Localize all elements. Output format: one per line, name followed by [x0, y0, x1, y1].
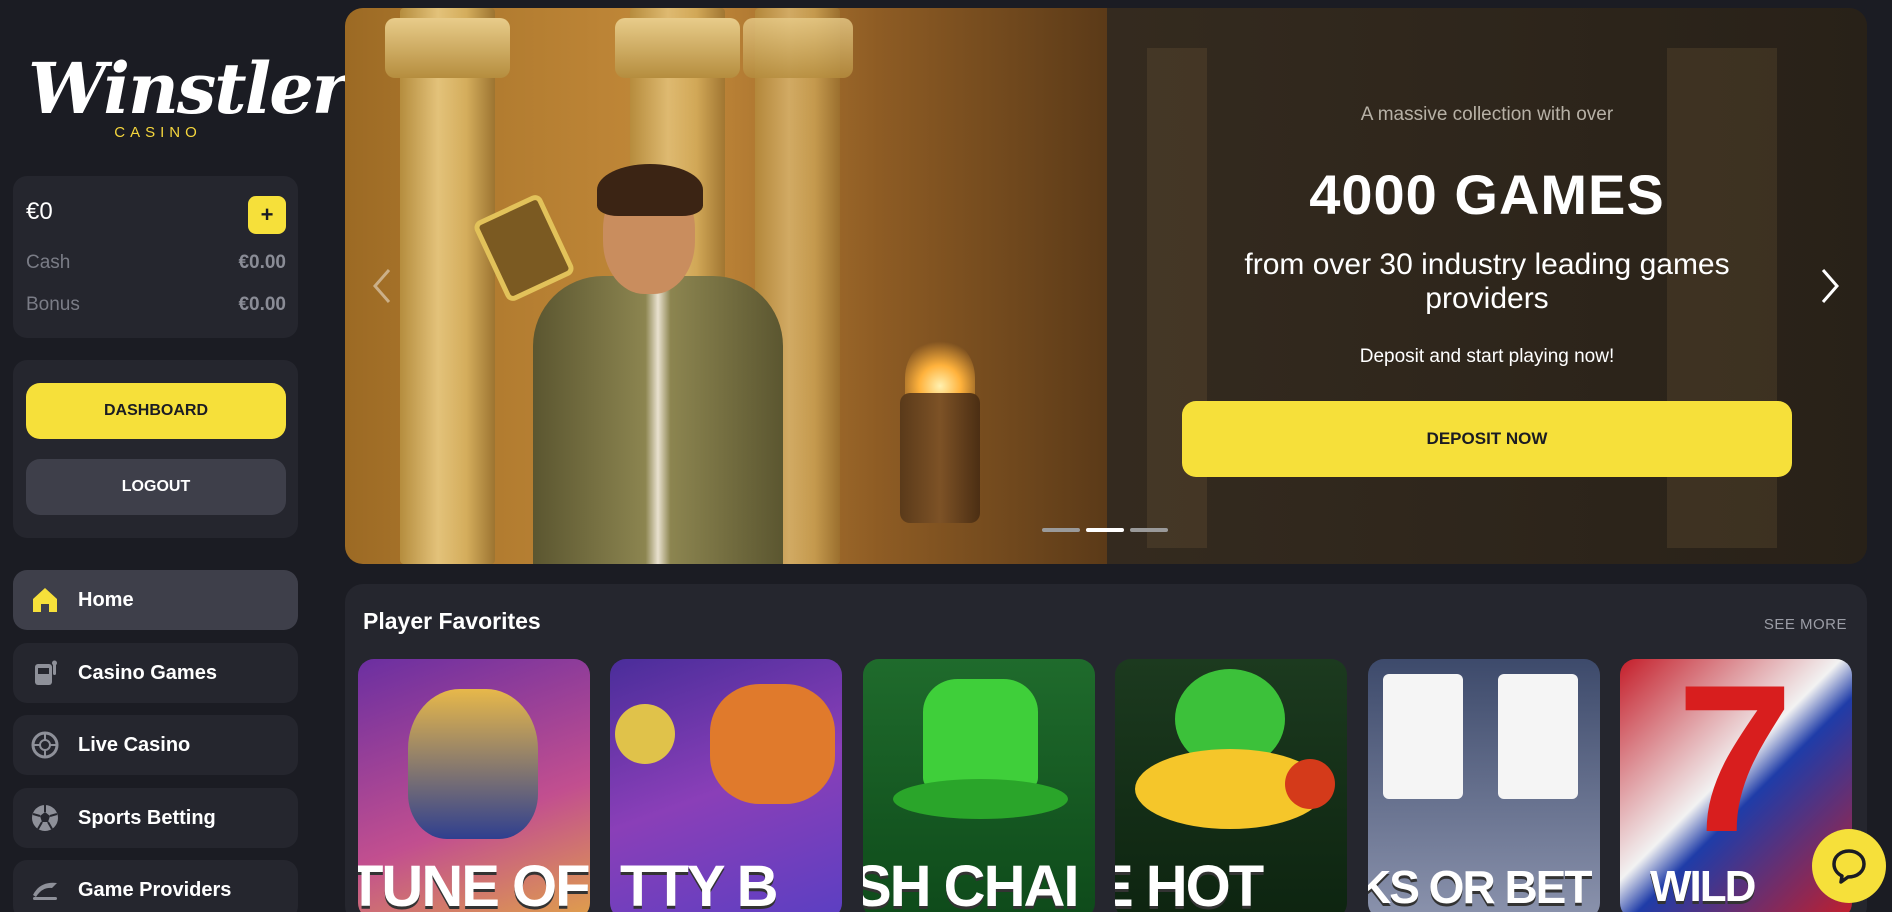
nav-item-casino-games[interactable]: Casino Games: [13, 643, 298, 703]
hero-cta-text: Deposit and start playing now!: [1359, 346, 1615, 367]
nav-label-home: Home: [78, 589, 134, 611]
slot-machine-icon: [35, 660, 57, 685]
game-title: SH CHAI: [863, 854, 1079, 912]
game-art: [710, 684, 835, 804]
hero-eyebrow: A massive collection with over: [1360, 104, 1614, 125]
hero-subtitle: from over 30 industry leading games prov…: [1244, 248, 1730, 315]
dashboard-button[interactable]: DASHBOARD: [26, 383, 286, 439]
nav-label-sports-betting: Sports Betting: [78, 807, 216, 829]
wallet-cash-row: Cash €0.00: [26, 252, 286, 276]
chat-bubble-icon: [1832, 849, 1866, 884]
game-art: [408, 689, 538, 839]
hero-urn: [900, 393, 980, 523]
nav-item-game-providers[interactable]: Game Providers: [13, 860, 298, 912]
soccer-ball-icon: [32, 805, 58, 831]
carousel-next-icon[interactable]: [1815, 266, 1845, 306]
game-tile[interactable]: TUNE OF (: [358, 659, 590, 912]
player-favorites-section: Player Favorites SEE MORE TUNE OF ( TTY …: [345, 584, 1867, 912]
carousel-dot[interactable]: [1042, 528, 1080, 532]
hero-pillar-cap: [385, 18, 510, 78]
game-art: [1383, 674, 1463, 799]
game-tile[interactable]: TTY B: [610, 659, 842, 912]
sidebar: Winstler CASINO €0 + Cash €0.00 Bonus €0…: [0, 0, 349, 912]
carousel-dot[interactable]: [1130, 528, 1168, 532]
home-icon: [33, 588, 57, 612]
carousel-dot-active[interactable]: [1086, 528, 1124, 532]
game-title: E HOT: [1115, 854, 1264, 912]
game-art: 7: [1676, 659, 1794, 876]
hero-copy: A massive collection with over 4000 GAME…: [1107, 8, 1867, 564]
hero-pillar-cap: [743, 18, 853, 78]
game-title: TUNE OF (: [358, 854, 590, 912]
nav-label-game-providers: Game Providers: [78, 879, 232, 901]
roulette-icon: [31, 731, 59, 759]
game-title: TTY B: [620, 854, 779, 912]
hero-pillar-cap: [615, 18, 740, 78]
nav-item-sports-betting[interactable]: Sports Betting: [13, 788, 298, 848]
nav-item-home[interactable]: Home: [13, 570, 298, 630]
providers-icon: [33, 882, 57, 900]
game-art: [615, 704, 675, 764]
wallet-balance: €0: [26, 198, 53, 225]
nav-label-casino-games: Casino Games: [78, 662, 217, 684]
game-art: [1498, 674, 1578, 799]
see-more-link[interactable]: SEE MORE: [1764, 616, 1847, 633]
nav-label-live-casino: Live Casino: [78, 734, 191, 756]
logout-button[interactable]: LOGOUT: [26, 459, 286, 515]
hero-character-body: [533, 276, 783, 564]
hero-pillar: [400, 8, 495, 564]
carousel-indicators: [1042, 528, 1172, 534]
game-tile[interactable]: SH CHAI: [863, 659, 1095, 912]
account-actions: DASHBOARD LOGOUT: [13, 360, 298, 538]
game-title: KS OR BET: [1368, 861, 1592, 912]
bonus-label: Bonus: [26, 294, 80, 315]
hero-carousel: A massive collection with over 4000 GAME…: [345, 8, 1867, 564]
carousel-prev-icon[interactable]: [367, 266, 397, 306]
hero-title: 4000 GAMES: [1309, 163, 1665, 226]
game-tile[interactable]: E HOT: [1115, 659, 1347, 912]
game-art: [893, 779, 1068, 819]
hero-character-hair: [597, 164, 703, 216]
cash-label: Cash: [26, 252, 71, 273]
game-tile[interactable]: KS OR BET: [1368, 659, 1600, 912]
cash-value: €0.00: [238, 252, 286, 273]
add-funds-button[interactable]: +: [248, 196, 286, 234]
nav-item-live-casino[interactable]: Live Casino: [13, 715, 298, 775]
hero-image: [345, 8, 1107, 564]
wallet-panel: €0 + Cash €0.00 Bonus €0.00: [13, 176, 298, 338]
game-art: [923, 679, 1038, 789]
live-chat-button[interactable]: [1812, 829, 1886, 903]
brand-logo[interactable]: Winstler CASINO: [28, 44, 349, 144]
bonus-value: €0.00: [238, 294, 286, 315]
deposit-now-button[interactable]: DEPOSIT NOW: [1182, 401, 1792, 477]
wallet-bonus-row: Bonus €0.00: [26, 294, 286, 318]
brand-tagline: CASINO: [114, 124, 202, 141]
game-art: [1285, 759, 1335, 809]
brand-name: Winstler: [28, 47, 349, 130]
section-title: Player Favorites: [363, 608, 541, 634]
